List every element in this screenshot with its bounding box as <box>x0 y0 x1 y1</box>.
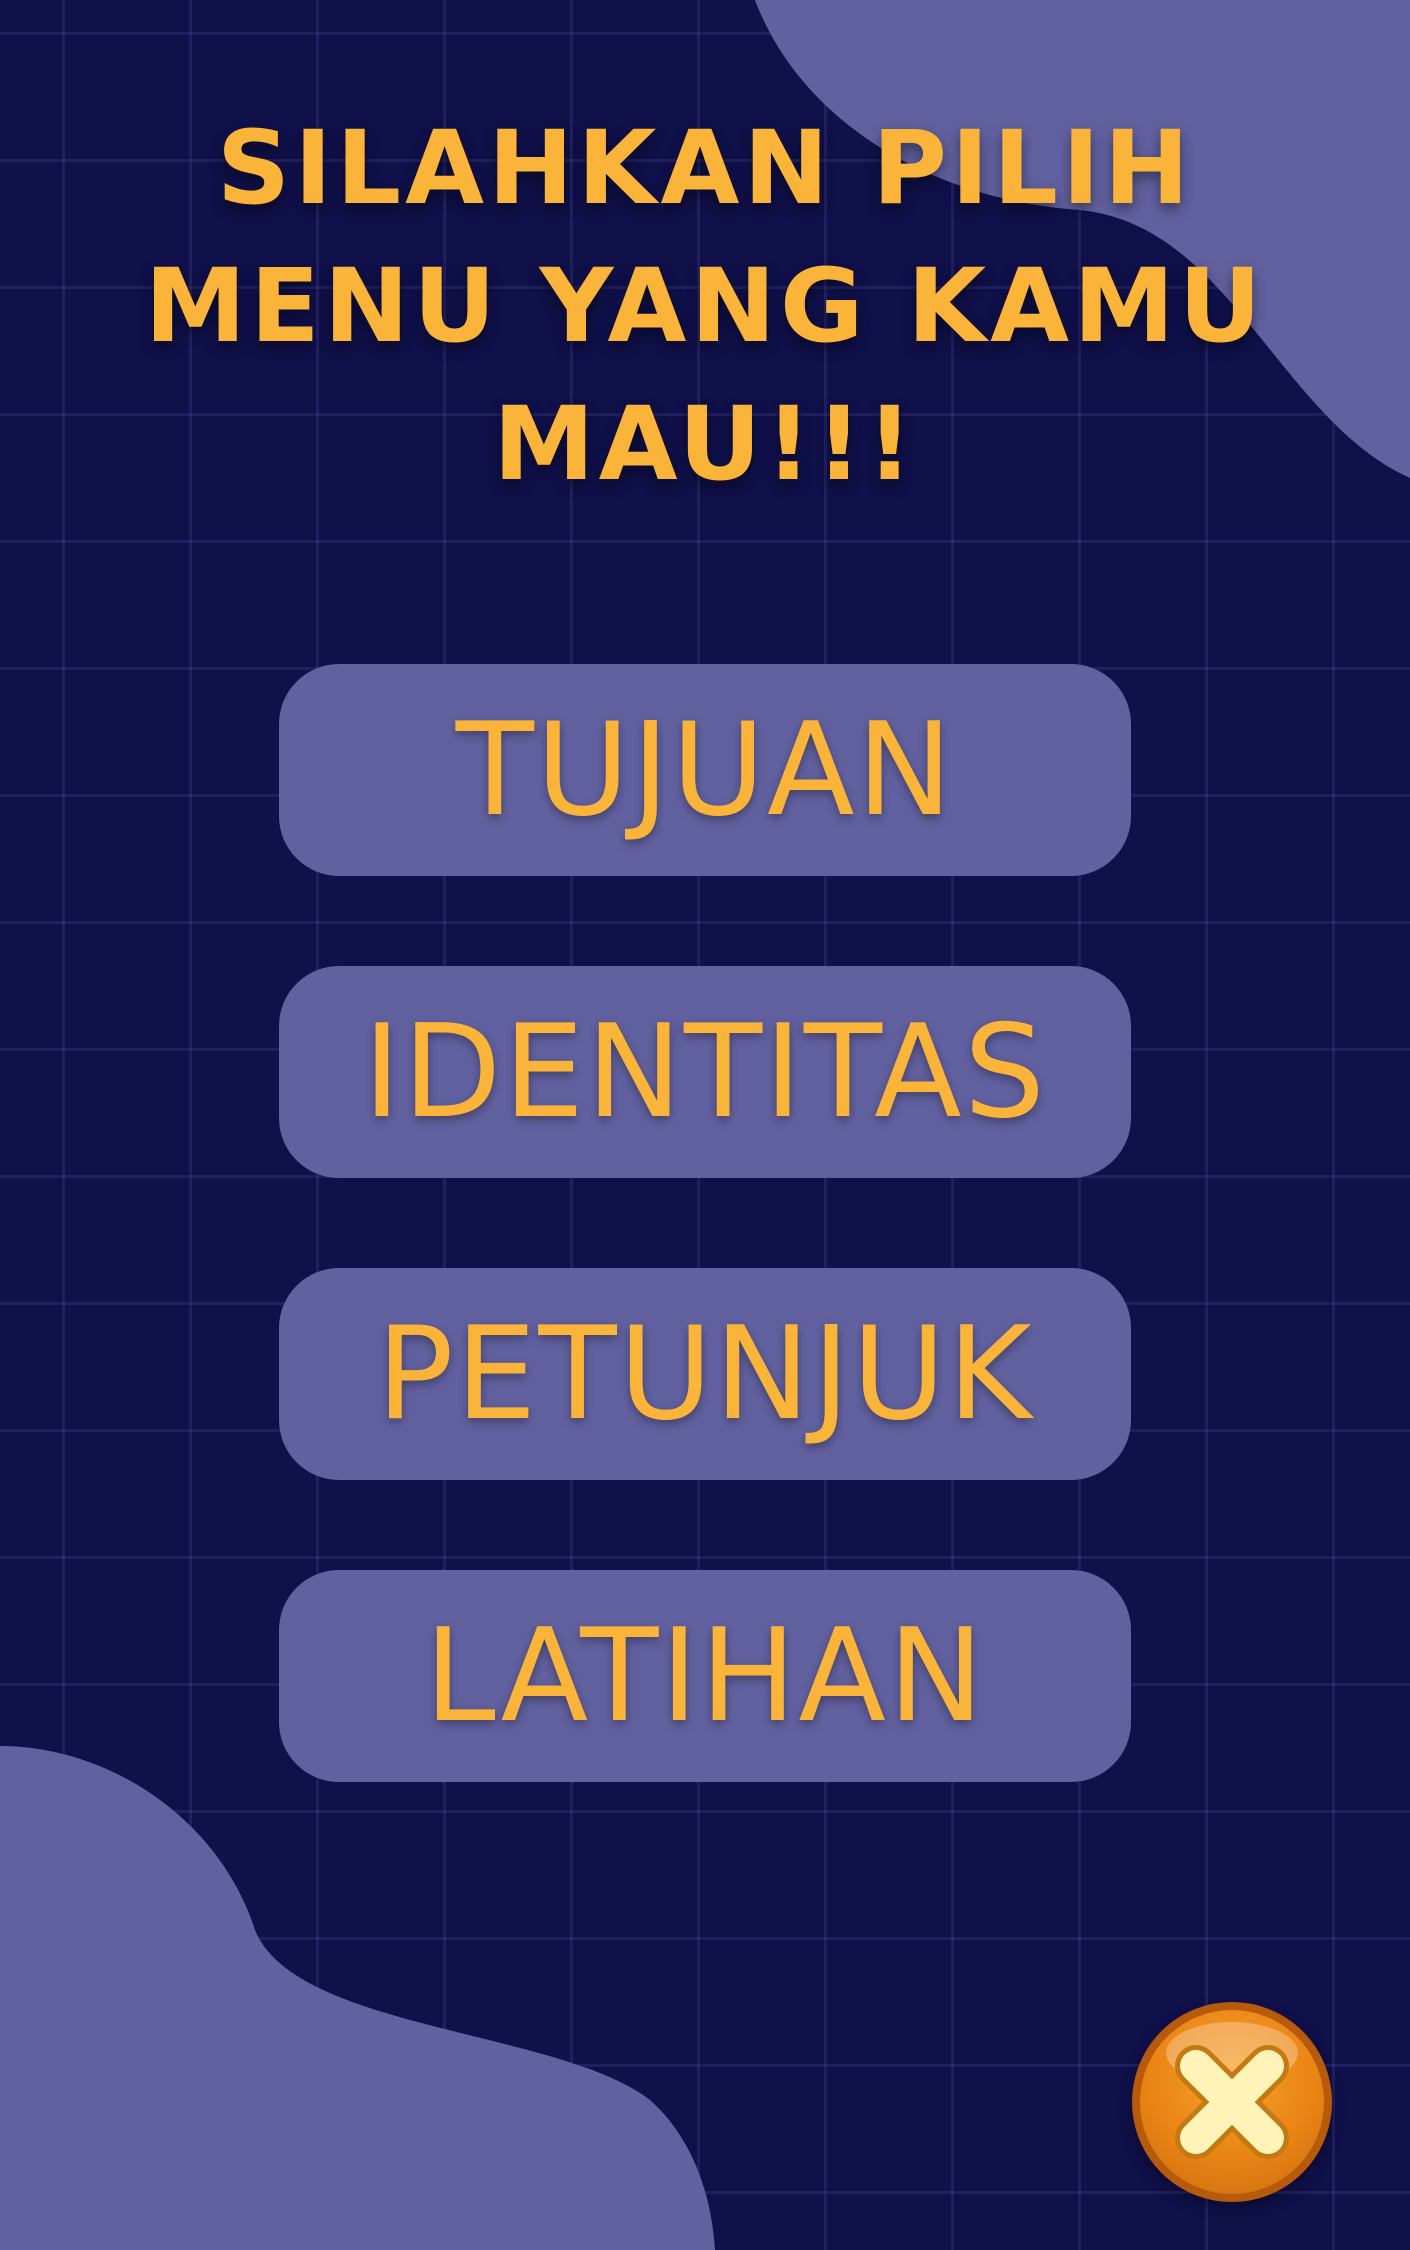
main-menu: TUJUAN IDENTITAS PETUNJUK LATIHAN <box>279 664 1131 1872</box>
tujuan-button[interactable]: TUJUAN <box>279 664 1131 876</box>
page-title: SILAHKAN PILIH MENU YANG KAMU MAU!!! <box>100 100 1310 514</box>
title-line-3: MAU!!! <box>493 385 917 504</box>
identitas-button[interactable]: IDENTITAS <box>279 966 1131 1178</box>
latihan-button[interactable]: LATIHAN <box>279 1570 1131 1782</box>
close-icon <box>1175 2045 1289 2159</box>
close-button[interactable] <box>1132 2002 1332 2202</box>
title-line-1: SILAHKAN PILIH <box>216 109 1194 228</box>
petunjuk-button[interactable]: PETUNJUK <box>279 1268 1131 1480</box>
title-line-2: MENU YANG KAMU <box>144 247 1266 366</box>
